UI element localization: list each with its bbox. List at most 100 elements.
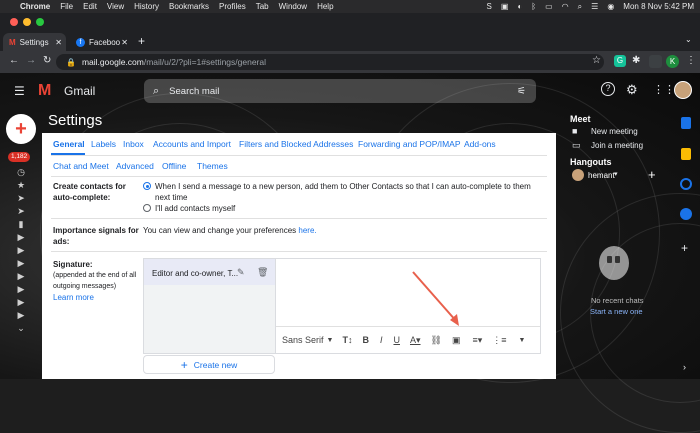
tab-labels[interactable]: Labels (91, 139, 116, 149)
preferences-link[interactable]: here. (298, 226, 316, 235)
gmail-logo-text[interactable]: Gmail (64, 84, 95, 98)
extensions-icon[interactable]: ✱ (632, 55, 640, 66)
new-chat-icon[interactable]: + (648, 167, 656, 182)
menu-edit[interactable]: Edit (83, 2, 97, 11)
help-icon[interactable]: ? (601, 82, 615, 96)
display-icon[interactable]: ▣ (501, 2, 509, 11)
scheduled-icon[interactable]: ➤ (15, 205, 27, 218)
tab-facebook[interactable]: f Faceboo ✕ (70, 33, 132, 51)
learn-more-link[interactable]: Learn more (53, 292, 94, 303)
more-formatting-icon[interactable]: ▼ (519, 337, 526, 344)
tab-settings[interactable]: M Settings ✕ (3, 33, 66, 51)
label-icon[interactable]: ▶ (15, 270, 27, 283)
tab-filters[interactable]: Filters and Blocked Addresses (239, 139, 353, 149)
bold-icon[interactable]: B (362, 335, 369, 345)
sent-icon[interactable]: ➤ (15, 192, 27, 205)
siri-icon[interactable]: ◉ (607, 2, 614, 11)
tab-inbox[interactable]: Inbox (123, 139, 144, 149)
zoom-window-button[interactable] (36, 18, 44, 26)
text-color-icon[interactable]: A▾ (410, 335, 421, 346)
menu-app-name[interactable]: Chrome (20, 2, 50, 11)
extension-slot-icon[interactable] (649, 55, 662, 68)
close-window-button[interactable] (10, 18, 18, 26)
numbered-list-icon[interactable]: ⋮≡ (492, 335, 506, 346)
starred-icon[interactable]: ★ (15, 179, 27, 192)
bookmark-star-icon[interactable]: ☆ (592, 55, 601, 66)
keep-app-icon[interactable] (681, 148, 691, 160)
join-meeting-link[interactable]: Join a meeting (591, 141, 643, 150)
collapse-panel-icon[interactable]: › (683, 362, 686, 372)
new-tab-icon[interactable]: + (138, 34, 145, 48)
tab-offline[interactable]: Offline (162, 161, 186, 171)
calendar-app-icon[interactable] (681, 117, 691, 129)
chevron-down-icon[interactable]: ▼ (327, 337, 334, 344)
menu-profiles[interactable]: Profiles (219, 2, 246, 11)
tasks-app-icon[interactable] (680, 178, 692, 190)
delete-trash-icon[interactable]: 🗑 (257, 267, 268, 278)
chevron-down-icon[interactable]: ▾ (614, 170, 618, 178)
contacts-app-icon[interactable] (680, 208, 692, 220)
signature-item-name[interactable]: Editor and co-owner, T... (152, 268, 238, 279)
wifi-icon[interactable]: ◠ (562, 2, 569, 11)
start-new-chat-link[interactable]: Start a new one (590, 307, 643, 316)
gmail-logo-icon[interactable]: M (38, 82, 51, 100)
account-avatar[interactable] (674, 81, 692, 99)
create-new-button[interactable]: + Create new (143, 355, 275, 374)
back-icon[interactable]: ← (9, 55, 19, 66)
snoozed-icon[interactable]: ◷ (15, 166, 27, 179)
tab-themes[interactable]: Themes (197, 161, 228, 171)
tab-advanced[interactable]: Advanced (116, 161, 154, 171)
insert-image-icon[interactable]: ▣ (452, 335, 461, 346)
compose-button[interactable]: + (6, 114, 36, 144)
tab-search-icon[interactable]: ⌄ (685, 35, 692, 44)
align-icon[interactable]: ≡▾ (472, 335, 482, 346)
control-center-icon[interactable]: ☰ (591, 2, 598, 11)
skype-icon[interactable]: S (487, 2, 492, 11)
tab-close-icon[interactable]: ✕ (121, 38, 128, 47)
label-icon[interactable]: ▶ (15, 231, 27, 244)
clock-text[interactable]: Mon 8 Nov 5:42 PM (623, 2, 694, 11)
link-icon[interactable]: ⛓ (431, 335, 442, 346)
search-options-icon[interactable]: ⚟ (517, 86, 526, 97)
expand-more-icon[interactable]: ⌄ (15, 322, 27, 335)
minimize-window-button[interactable] (23, 18, 31, 26)
search-bar[interactable]: ⌕ Search mail ⚟ (144, 79, 536, 103)
hangouts-user-name[interactable]: hemant (588, 171, 615, 180)
label-icon[interactable]: ▶ (15, 257, 27, 270)
add-addon-icon[interactable]: + (681, 241, 688, 255)
menu-tab[interactable]: Tab (256, 2, 269, 11)
reload-icon[interactable]: ↻ (43, 55, 51, 66)
font-size-icon[interactable]: T↕ (342, 335, 352, 345)
tab-general[interactable]: General (53, 139, 85, 149)
label-icon[interactable]: ▶ (15, 296, 27, 309)
tab-close-icon[interactable]: ✕ (55, 38, 62, 47)
profile-avatar[interactable]: K (666, 55, 679, 68)
main-menu-icon[interactable]: ☰ (14, 84, 25, 98)
label-icon[interactable]: ▶ (15, 244, 27, 257)
tab-chat-meet[interactable]: Chat and Meet (53, 161, 109, 171)
menu-history[interactable]: History (134, 2, 159, 11)
night-mode-icon[interactable]: ◐ (517, 2, 522, 11)
settings-gear-icon[interactable]: ⚙ (626, 82, 638, 98)
tab-addons[interactable]: Add-ons (464, 139, 496, 149)
menu-window[interactable]: Window (279, 2, 307, 11)
grammarly-extension-icon[interactable]: G (614, 55, 626, 67)
user-avatar[interactable] (572, 169, 584, 181)
menu-help[interactable]: Help (317, 2, 333, 11)
label-icon[interactable]: ▶ (15, 283, 27, 296)
radio-add-contacts-auto[interactable] (143, 182, 151, 190)
new-meeting-link[interactable]: New meeting (591, 127, 638, 136)
menu-bookmarks[interactable]: Bookmarks (169, 2, 209, 11)
apps-grid-icon[interactable]: ⋮⋮ (653, 83, 675, 96)
search-icon[interactable]: ⌕ (153, 85, 159, 98)
tab-accounts-import[interactable]: Accounts and Import (153, 139, 231, 149)
chrome-menu-icon[interactable]: ⋮ (686, 55, 696, 66)
font-family-select[interactable]: Sans Serif (282, 335, 324, 345)
forward-icon[interactable]: → (26, 55, 36, 66)
menu-file[interactable]: File (60, 2, 73, 11)
drafts-icon[interactable]: ▮ (15, 218, 27, 231)
menu-view[interactable]: View (107, 2, 124, 11)
edit-pencil-icon[interactable]: ✎ (237, 267, 245, 278)
address-bar[interactable]: 🔒 mail.google.com /mail/u/2/?pli=1#setti… (56, 54, 604, 70)
tab-forwarding[interactable]: Forwarding and POP/IMAP (358, 139, 461, 149)
